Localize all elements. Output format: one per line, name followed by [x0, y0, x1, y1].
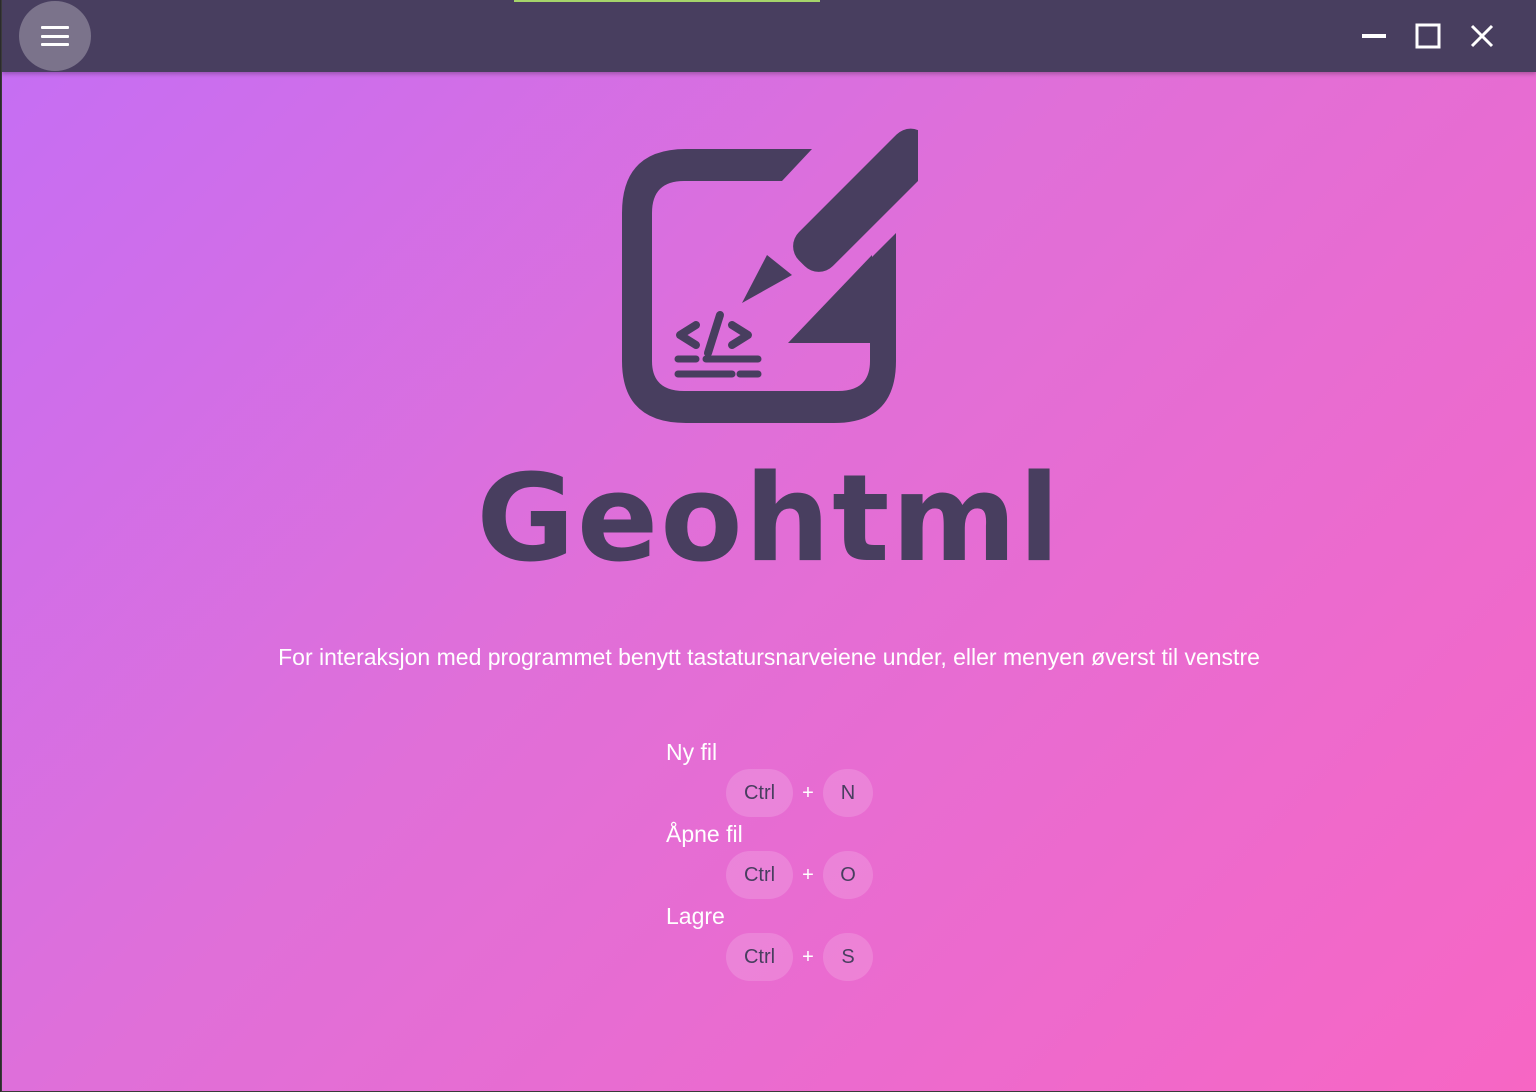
- title-bar: [2, 0, 1536, 72]
- shortcut-keys-open-file: Ctrl + O: [726, 850, 966, 900]
- shortcut-label-new-file: Ny fil: [666, 739, 718, 765]
- key-o: O: [823, 851, 873, 899]
- maximize-button[interactable]: [1406, 14, 1450, 58]
- shortcut-keys-new-file: Ctrl + N: [726, 768, 966, 818]
- menu-button[interactable]: [19, 1, 91, 71]
- key-n: N: [823, 769, 873, 817]
- key-ctrl: Ctrl: [726, 769, 793, 817]
- shortcut-label-save: Lagre: [666, 903, 725, 929]
- shortcut-label-open-file: Åpne fil: [666, 821, 743, 847]
- key-ctrl: Ctrl: [726, 933, 793, 981]
- key-plus: +: [802, 863, 814, 886]
- key-plus: +: [802, 945, 814, 968]
- maximize-icon: [1415, 23, 1441, 49]
- close-icon: [1470, 24, 1494, 48]
- app-title: Geohtml: [476, 450, 1062, 589]
- minimize-icon: [1362, 34, 1386, 38]
- key-plus: +: [802, 781, 814, 804]
- close-button[interactable]: [1460, 14, 1504, 58]
- code-editor-logo-icon: [622, 128, 918, 423]
- key-ctrl: Ctrl: [726, 851, 793, 899]
- shortcut-list: Ny fil Ctrl + N Åpne fil Ctrl + O Lagre …: [666, 736, 966, 982]
- key-s: S: [823, 933, 873, 981]
- shortcut-keys-save: Ctrl + S: [726, 932, 966, 982]
- app-window: Geohtml For interaksjon med programmet b…: [1, 0, 1536, 1092]
- instruction-text: For interaksjon med programmet benytt ta…: [278, 644, 1260, 670]
- minimize-button[interactable]: [1352, 14, 1396, 58]
- title-bar-accent-strip: [514, 0, 820, 2]
- hamburger-menu-icon: [41, 26, 69, 46]
